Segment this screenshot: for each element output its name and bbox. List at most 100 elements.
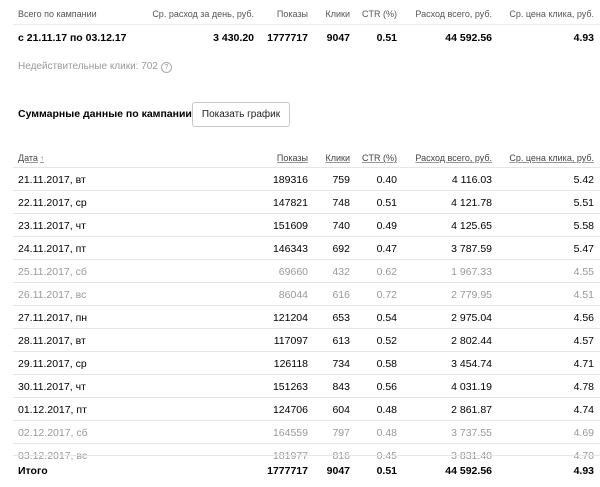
cell-ctr: 0.51 — [376, 197, 397, 209]
cell-ctr: 0.45 — [376, 450, 397, 462]
cell-spend: 3 737.55 — [451, 427, 492, 439]
cell-date: 01.12.2017, пт — [18, 404, 87, 416]
col-header-impressions[interactable]: Показы — [277, 153, 308, 163]
cell-spend: 3 831.40 — [451, 450, 492, 462]
cell-spend: 3 787.59 — [451, 243, 492, 255]
invalid-clicks-text: Недействительные клики: 702 — [18, 61, 158, 72]
cell-date: 29.11.2017, ср — [18, 358, 87, 370]
col-header-date-label: Дата — [18, 153, 38, 163]
cell-date: 24.11.2017, пт — [18, 243, 87, 255]
summary-header-clicks: Клики — [325, 9, 351, 19]
cell-impressions: 164559 — [272, 427, 308, 439]
cell-spend: 1 967.33 — [451, 266, 492, 278]
cell-cpc: 5.42 — [573, 174, 594, 186]
cell-cpc: 4.51 — [573, 289, 594, 301]
cell-clicks: 734 — [332, 358, 350, 370]
row-divider — [13, 213, 600, 214]
cell-cpc: 4.78 — [573, 381, 594, 393]
cell-impressions: 151263 — [272, 381, 308, 393]
cell-spend: 2 779.95 — [451, 289, 492, 301]
cell-impressions: 124706 — [272, 404, 308, 416]
cell-impressions: 86044 — [278, 289, 308, 301]
cell-date: 03.12.2017, вс — [18, 450, 88, 462]
cell-spend: 2 861.87 — [451, 404, 492, 416]
cell-clicks: 613 — [332, 335, 350, 347]
cell-date: 22.11.2017, ср — [18, 197, 87, 209]
col-header-avg-cpc[interactable]: Ср. цена клика, руб. — [509, 153, 594, 163]
summary-avg-cpc: 4.93 — [573, 32, 594, 44]
row-divider — [13, 282, 600, 283]
cell-impressions: 151609 — [272, 220, 308, 232]
summary-header-avg-daily-spend: Ср. расход за день, руб. — [152, 9, 254, 19]
summary-avg-daily-spend: 3 430.20 — [213, 32, 254, 44]
summary-divider — [13, 24, 600, 25]
row-divider — [13, 236, 600, 237]
cell-impressions: 146343 — [272, 243, 308, 255]
cell-spend: 4 031.19 — [451, 381, 492, 393]
cell-impressions: 121204 — [272, 312, 308, 324]
cell-spend: 2 975.04 — [451, 312, 492, 324]
total-label: Итого — [18, 465, 48, 477]
cell-date: 21.11.2017, вт — [18, 174, 86, 186]
cell-spend: 4 121.78 — [451, 197, 492, 209]
total-clicks: 9047 — [326, 465, 350, 477]
cell-ctr: 0.52 — [376, 335, 397, 347]
col-header-clicks[interactable]: Клики — [326, 153, 351, 163]
cell-cpc: 4.56 — [573, 312, 594, 324]
col-header-spend-total[interactable]: Расход всего, руб. — [415, 153, 492, 163]
row-divider — [13, 351, 600, 352]
row-divider — [13, 397, 600, 398]
col-header-date[interactable]: Дата ↑ — [18, 153, 44, 163]
cell-clicks: 816 — [332, 450, 350, 462]
cell-impressions: 147821 — [272, 197, 308, 209]
summary-header-avg-cpc: Ср. цена клика, руб. — [509, 9, 594, 19]
cell-clicks: 797 — [332, 427, 350, 439]
cell-cpc: 4.55 — [573, 266, 594, 278]
cell-date: 27.11.2017, пн — [18, 312, 88, 324]
cell-cpc: 4.57 — [573, 335, 594, 347]
cell-date: 30.11.2017, чт — [18, 381, 86, 393]
cell-clicks: 843 — [332, 381, 350, 393]
cell-ctr: 0.54 — [376, 312, 397, 324]
summary-clicks: 9047 — [326, 32, 350, 44]
cell-ctr: 0.40 — [376, 174, 397, 186]
cell-clicks: 432 — [332, 266, 350, 278]
col-header-ctr[interactable]: CTR (%) — [362, 153, 397, 163]
row-divider — [13, 374, 600, 375]
summary-impressions: 1777717 — [267, 32, 308, 44]
total-divider — [13, 455, 600, 456]
total-impressions: 1777717 — [267, 465, 308, 477]
summary-spend-total: 44 592.56 — [445, 32, 492, 44]
total-spend: 44 592.56 — [445, 465, 492, 477]
cell-impressions: 117097 — [273, 335, 308, 347]
cell-ctr: 0.56 — [376, 381, 397, 393]
cell-date: 26.11.2017, вс — [18, 289, 87, 301]
cell-ctr: 0.48 — [376, 404, 397, 416]
cell-impressions: 126118 — [273, 358, 308, 370]
help-icon[interactable]: ? — [160, 62, 172, 73]
row-divider — [13, 259, 600, 260]
cell-spend: 4 116.03 — [451, 174, 492, 186]
cell-impressions: 189316 — [272, 174, 308, 186]
cell-spend: 2 802.44 — [451, 335, 492, 347]
cell-ctr: 0.72 — [376, 289, 397, 301]
row-divider — [13, 190, 600, 191]
cell-date: 02.12.2017, сб — [18, 427, 88, 439]
sort-asc-icon: ↑ — [39, 154, 44, 163]
cell-clicks: 748 — [332, 197, 350, 209]
cell-cpc: 4.74 — [573, 404, 594, 416]
row-divider — [13, 420, 600, 421]
cell-cpc: 4.70 — [573, 450, 594, 462]
cell-impressions: 181977 — [272, 450, 308, 462]
cell-ctr: 0.49 — [376, 220, 397, 232]
cell-clicks: 653 — [332, 312, 350, 324]
summary-period: с 21.11.17 по 03.12.17 — [18, 32, 127, 44]
total-ctr: 0.51 — [376, 465, 397, 477]
show-chart-button[interactable]: Показать график — [192, 102, 290, 127]
cell-cpc: 4.71 — [573, 358, 594, 370]
row-divider — [13, 328, 600, 329]
summary-header-ctr: CTR (%) — [362, 9, 397, 19]
cell-clicks: 604 — [332, 404, 350, 416]
total-cpc: 4.93 — [573, 465, 594, 477]
cell-clicks: 759 — [332, 174, 350, 186]
